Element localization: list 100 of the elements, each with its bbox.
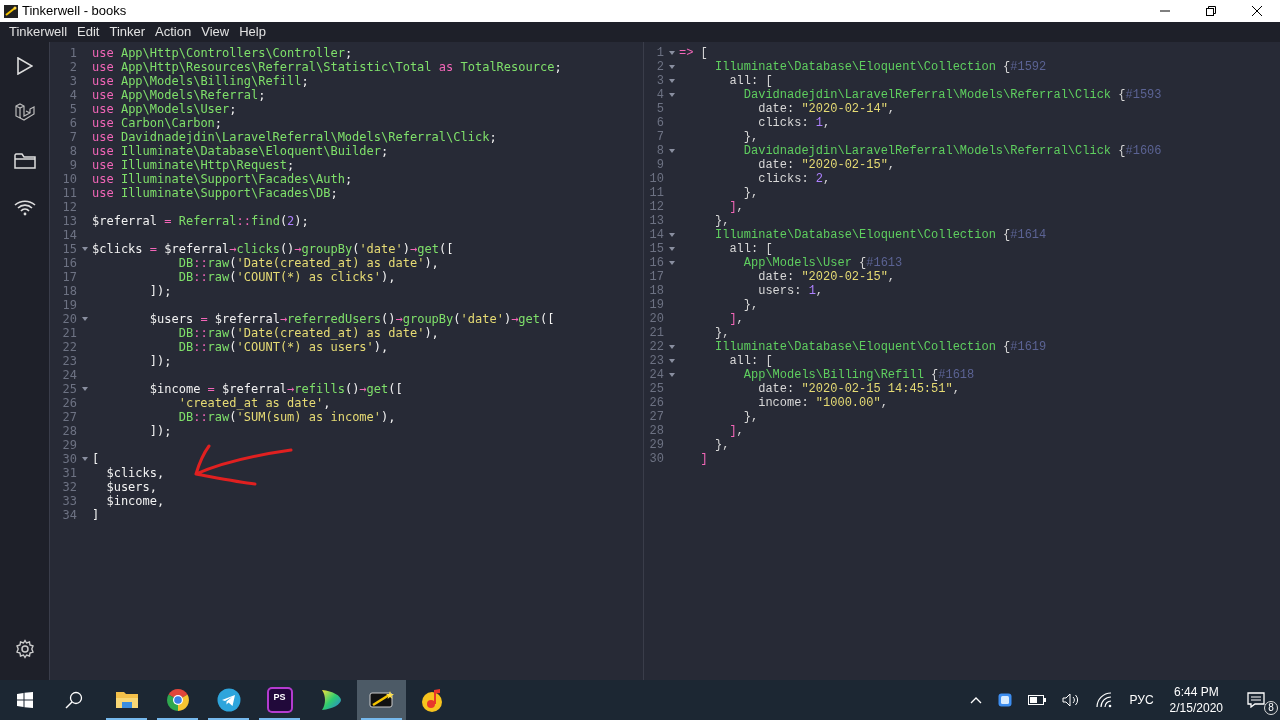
line-number: 22 <box>61 340 77 354</box>
code-line: ]); <box>148 284 172 298</box>
fold-arrow-icon[interactable] <box>668 373 675 377</box>
language-indicator[interactable]: РУС <box>1121 691 1162 709</box>
fold-arrow-icon[interactable] <box>81 457 88 461</box>
line-number: 34 <box>61 508 77 522</box>
fold-arrow-icon[interactable] <box>668 359 675 363</box>
folder-icon <box>114 690 139 710</box>
code-line: $income = $referral→refills()→get([ <box>148 382 403 396</box>
line-number: 18 <box>61 284 77 298</box>
code-line: $clicks, <box>105 466 165 480</box>
line-number: 21 <box>648 326 664 340</box>
wifi-icon <box>13 197 37 216</box>
menu-item[interactable]: Action <box>150 22 197 42</box>
fold-arrow-icon[interactable] <box>668 65 675 69</box>
paper-plane-icon <box>216 688 241 712</box>
line-number: 30 <box>648 452 664 466</box>
wand-logo-icon <box>368 690 395 710</box>
fold-arrow-icon[interactable] <box>668 51 675 55</box>
code-line: Illuminate\Database\Eloquent\Collection {#1592 <box>714 60 1047 74</box>
code-line: $clicks = $referral→clicks()→groupBy('date')→get([ <box>92 242 454 256</box>
line-number: 4 <box>655 88 664 102</box>
line-number: 3 <box>655 74 664 88</box>
line-number: 9 <box>68 158 77 172</box>
line-number: 24 <box>61 368 77 382</box>
taskbar-app-button[interactable]: PS <box>255 680 304 720</box>
line-number: 20 <box>648 312 664 326</box>
square-app-icon[interactable] <box>997 693 1012 707</box>
line-number: 10 <box>648 172 664 186</box>
code-line: DB::raw('COUNT(*) as users'), <box>177 340 389 354</box>
code-line: $income, <box>105 494 165 508</box>
app-logo-icon <box>4 4 18 18</box>
line-number: 6 <box>68 116 77 130</box>
code-line: Davidnadejdin\LaravelReferral\Models\Referral\Click {#1593 <box>742 88 1162 102</box>
code-line: App\Models\Billing\Refill {#1618 <box>742 368 975 382</box>
code-line: $users = $referral→referredUsers()→groupBy('date')→get([ <box>148 312 555 326</box>
fold-arrow-icon[interactable] <box>668 93 675 97</box>
chevron-up-icon[interactable] <box>969 696 982 704</box>
code-line: DB::raw('Date(created_at) as date'), <box>177 256 439 270</box>
line-number: 12 <box>648 200 664 214</box>
line-number: 28 <box>648 424 664 438</box>
restore-icon <box>1206 6 1216 16</box>
code-line: Illuminate\Database\Eloquent\Collection {#1614 <box>714 228 1047 242</box>
code-line: use App\Models\Referral; <box>92 88 266 102</box>
line-number: 8 <box>655 144 664 158</box>
line-number: 17 <box>648 270 664 284</box>
speaker-icon[interactable] <box>1061 693 1080 707</box>
line-number: 25 <box>648 382 664 396</box>
fold-arrow-icon[interactable] <box>668 247 675 251</box>
code-line: use App\Models\User; <box>92 102 237 116</box>
code-line: use Illuminate\Support\Facades\Auth; <box>92 172 353 186</box>
code-line: date: "2020-02-14", <box>757 102 896 116</box>
line-number: 29 <box>61 438 77 452</box>
code-line: use App\Http\Resources\Referral\Statistic\Total as TotalResource; <box>92 60 562 74</box>
fold-arrow-icon[interactable] <box>668 149 675 153</box>
line-number: 5 <box>655 102 664 116</box>
fold-arrow-icon[interactable] <box>668 261 675 265</box>
code-line: date: "2020-02-15", <box>757 270 896 284</box>
line-number: 13 <box>648 214 664 228</box>
menu-item[interactable]: Tinker <box>104 22 151 42</box>
code-line: }, <box>742 410 759 424</box>
menu-item[interactable]: View <box>196 22 235 42</box>
menu-item[interactable]: Edit <box>72 22 105 42</box>
notifications-button[interactable]: 8 <box>1231 680 1280 720</box>
fold-arrow-icon[interactable] <box>81 247 88 251</box>
ide-logo-icon: PS <box>268 689 291 711</box>
code-line: use Carbon\Carbon; <box>92 116 223 130</box>
code-line: use Illuminate\Database\Eloquent\Builder; <box>92 144 389 158</box>
code-line: DB::raw('Date(created_at) as date'), <box>177 326 439 340</box>
line-number: 31 <box>61 466 77 480</box>
line-number: 7 <box>68 130 77 144</box>
code-line: => [ <box>679 46 708 60</box>
clock-time[interactable]: 6:44 PM <box>1169 684 1223 700</box>
taskbar-app-button[interactable] <box>357 680 406 720</box>
fold-arrow-icon[interactable] <box>668 79 675 83</box>
code-line: ]); <box>148 354 172 368</box>
fold-arrow-icon[interactable] <box>81 387 88 391</box>
code-line: }, <box>742 186 759 200</box>
line-number: 16 <box>61 256 77 270</box>
code-line: use App\Models\Billing\Refill; <box>92 74 309 88</box>
battery-icon[interactable] <box>1027 695 1046 705</box>
line-number: 15 <box>648 242 664 256</box>
line-number: 19 <box>648 298 664 312</box>
fold-arrow-icon[interactable] <box>668 345 675 349</box>
line-number: 17 <box>61 270 77 284</box>
menu-item[interactable]: Tinkerwell <box>4 22 73 42</box>
line-number: 26 <box>648 396 664 410</box>
line-number: 10 <box>61 172 77 186</box>
clock-date[interactable]: 2/15/2020 <box>1169 700 1223 716</box>
wifi-icon[interactable] <box>1095 692 1114 708</box>
code-line: DB::raw('SUM(sum) as income'), <box>177 410 396 424</box>
tricolor-circle-icon <box>165 688 190 712</box>
fold-arrow-icon[interactable] <box>81 317 88 321</box>
search-icon <box>64 691 83 709</box>
line-number: 15 <box>61 242 77 256</box>
line-number: 9 <box>655 158 664 172</box>
code-line: income: "1000.00", <box>757 396 888 410</box>
line-number: 2 <box>655 60 664 74</box>
menu-item[interactable]: Help <box>234 22 271 42</box>
fold-arrow-icon[interactable] <box>668 233 675 237</box>
